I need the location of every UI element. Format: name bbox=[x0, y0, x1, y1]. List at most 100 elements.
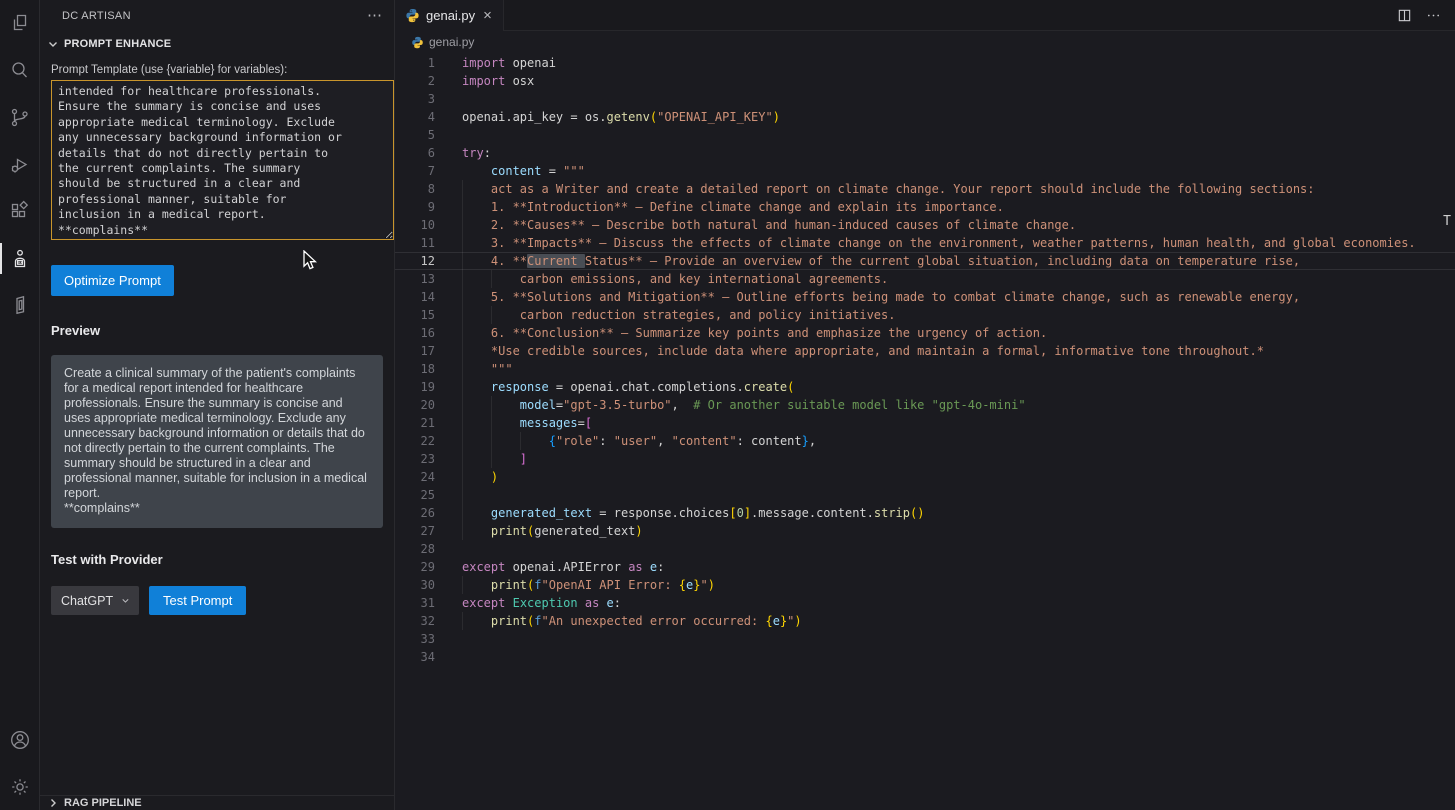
line-number: 29 bbox=[395, 558, 435, 576]
optimize-prompt-button[interactable]: Optimize Prompt bbox=[51, 265, 174, 296]
line-number: 30 bbox=[395, 576, 435, 594]
indent-guide bbox=[462, 396, 463, 414]
line-number: 33 bbox=[395, 630, 435, 648]
line-number: 19 bbox=[395, 378, 435, 396]
tab-close-icon[interactable]: × bbox=[481, 9, 494, 23]
code-line[interactable]: 13 carbon emissions, and key internation… bbox=[395, 270, 1455, 288]
indent-guide bbox=[520, 432, 521, 450]
section-rag-pipeline[interactable]: RAG PIPELINE bbox=[40, 795, 394, 810]
code-line[interactable]: 24 ) bbox=[395, 468, 1455, 486]
code-line[interactable]: 2import osx bbox=[395, 72, 1455, 90]
code-line[interactable]: 25 bbox=[395, 486, 1455, 504]
code-line[interactable]: 27 print(generated_text) bbox=[395, 522, 1455, 540]
line-number: 28 bbox=[395, 540, 435, 558]
line-number: 22 bbox=[395, 432, 435, 450]
code-line[interactable]: 7 content = """ bbox=[395, 162, 1455, 180]
line-number: 16 bbox=[395, 324, 435, 342]
sidebar-dc-artisan: DC ARTISAN ⋯ PROMPT ENHANCE Prompt Templ… bbox=[40, 0, 395, 810]
dc-artisan-icon[interactable] bbox=[0, 235, 40, 282]
indent-guide bbox=[491, 306, 492, 324]
indent-guide bbox=[462, 468, 463, 486]
code-line[interactable]: 14 5. **Solutions and Mitigation** — Out… bbox=[395, 288, 1455, 306]
source-control-icon[interactable] bbox=[0, 94, 40, 141]
code-line[interactable]: 31except Exception as e: bbox=[395, 594, 1455, 612]
indent-guide bbox=[462, 252, 463, 270]
code-line[interactable]: 32 print(f"An unexpected error occurred:… bbox=[395, 612, 1455, 630]
tab-bar: genai.py × bbox=[395, 0, 1455, 31]
code-line[interactable]: 10 2. **Causes** — Describe both natural… bbox=[395, 216, 1455, 234]
extensions-icon[interactable] bbox=[0, 188, 40, 235]
code-line[interactable]: 26 generated_text = response.choices[0].… bbox=[395, 504, 1455, 522]
code-line[interactable]: 11 3. **Impacts** — Discuss the effects … bbox=[395, 234, 1455, 252]
chevron-down-icon bbox=[46, 37, 60, 51]
code-line[interactable]: 3 bbox=[395, 90, 1455, 108]
indent-guide bbox=[491, 396, 492, 414]
more-actions-icon[interactable]: ⋯ bbox=[367, 11, 382, 21]
line-number: 12 bbox=[395, 252, 435, 270]
indent-guide bbox=[462, 432, 463, 450]
line-number: 9 bbox=[395, 198, 435, 216]
code-line[interactable]: 33 bbox=[395, 630, 1455, 648]
code-line[interactable]: 29except openai.APIError as e: bbox=[395, 558, 1455, 576]
code-line[interactable]: 4openai.api_key = os.getenv("OPENAI_API_… bbox=[395, 108, 1455, 126]
explorer-icon[interactable] bbox=[0, 0, 40, 47]
code-line[interactable]: 18 """ bbox=[395, 360, 1455, 378]
code-editor[interactable]: 1import openai2import osx34openai.api_ke… bbox=[395, 53, 1455, 810]
python-icon bbox=[405, 8, 420, 23]
chevron-down-icon bbox=[120, 595, 131, 606]
indent-guide bbox=[491, 450, 492, 468]
code-line[interactable]: 12 4. **Current Status** — Provide an ov… bbox=[395, 252, 1455, 270]
editor-more-actions-icon[interactable] bbox=[1426, 8, 1441, 23]
code-line[interactable]: 8 act as a Writer and create a detailed … bbox=[395, 180, 1455, 198]
split-editor-icon[interactable] bbox=[1397, 8, 1412, 23]
code-line[interactable]: 5 bbox=[395, 126, 1455, 144]
code-line[interactable]: 6try: bbox=[395, 144, 1455, 162]
search-icon[interactable] bbox=[0, 47, 40, 94]
line-number: 8 bbox=[395, 180, 435, 198]
run-debug-icon[interactable] bbox=[0, 141, 40, 188]
right-edge-text-artifact: T bbox=[1443, 214, 1451, 229]
sidebar-title: DC ARTISAN bbox=[62, 10, 131, 22]
breadcrumb[interactable]: genai.py bbox=[395, 31, 1455, 53]
prompt-template-label: Prompt Template (use {variable} for vari… bbox=[51, 64, 383, 76]
line-number: 13 bbox=[395, 270, 435, 288]
line-number: 5 bbox=[395, 126, 435, 144]
code-line[interactable]: 16 6. **Conclusion** — Summarize key poi… bbox=[395, 324, 1455, 342]
indent-guide bbox=[462, 234, 463, 252]
code-line[interactable]: 15 carbon reduction strategies, and poli… bbox=[395, 306, 1455, 324]
indent-guide bbox=[462, 342, 463, 360]
line-number: 31 bbox=[395, 594, 435, 612]
code-line[interactable]: 23 ] bbox=[395, 450, 1455, 468]
indent-guide bbox=[462, 378, 463, 396]
code-line[interactable]: 20 model="gpt-3.5-turbo", # Or another s… bbox=[395, 396, 1455, 414]
line-number: 7 bbox=[395, 162, 435, 180]
code-line[interactable]: 17 *Use credible sources, include data w… bbox=[395, 342, 1455, 360]
door-panel-icon[interactable] bbox=[0, 282, 40, 329]
code-line[interactable]: 1import openai bbox=[395, 54, 1455, 72]
line-number: 1 bbox=[395, 54, 435, 72]
test-prompt-button[interactable]: Test Prompt bbox=[149, 586, 246, 615]
line-number: 32 bbox=[395, 612, 435, 630]
indent-guide bbox=[462, 360, 463, 378]
account-icon[interactable] bbox=[0, 716, 40, 763]
code-line[interactable]: 34 bbox=[395, 648, 1455, 666]
line-number: 18 bbox=[395, 360, 435, 378]
line-number: 10 bbox=[395, 216, 435, 234]
indent-guide bbox=[462, 198, 463, 216]
prompt-template-input[interactable] bbox=[51, 80, 394, 240]
code-line[interactable]: 19 response = openai.chat.completions.cr… bbox=[395, 378, 1455, 396]
preview-heading: Preview bbox=[51, 323, 383, 338]
code-line[interactable]: 21 messages=[ bbox=[395, 414, 1455, 432]
code-line[interactable]: 30 print(f"OpenAI API Error: {e}") bbox=[395, 576, 1455, 594]
line-number: 34 bbox=[395, 648, 435, 666]
breadcrumb-file: genai.py bbox=[429, 35, 474, 49]
provider-select[interactable]: ChatGPT bbox=[51, 586, 139, 615]
tab-genai-py[interactable]: genai.py × bbox=[395, 0, 504, 31]
section-prompt-enhance[interactable]: PROMPT ENHANCE bbox=[40, 32, 394, 56]
settings-gear-icon[interactable] bbox=[0, 763, 40, 810]
ide-window: DC ARTISAN ⋯ PROMPT ENHANCE Prompt Templ… bbox=[0, 0, 1455, 810]
code-line[interactable]: 22 {"role": "user", "content": content}, bbox=[395, 432, 1455, 450]
code-line[interactable]: 9 1. **Introduction** — Define climate c… bbox=[395, 198, 1455, 216]
line-number: 15 bbox=[395, 306, 435, 324]
code-line[interactable]: 28 bbox=[395, 540, 1455, 558]
